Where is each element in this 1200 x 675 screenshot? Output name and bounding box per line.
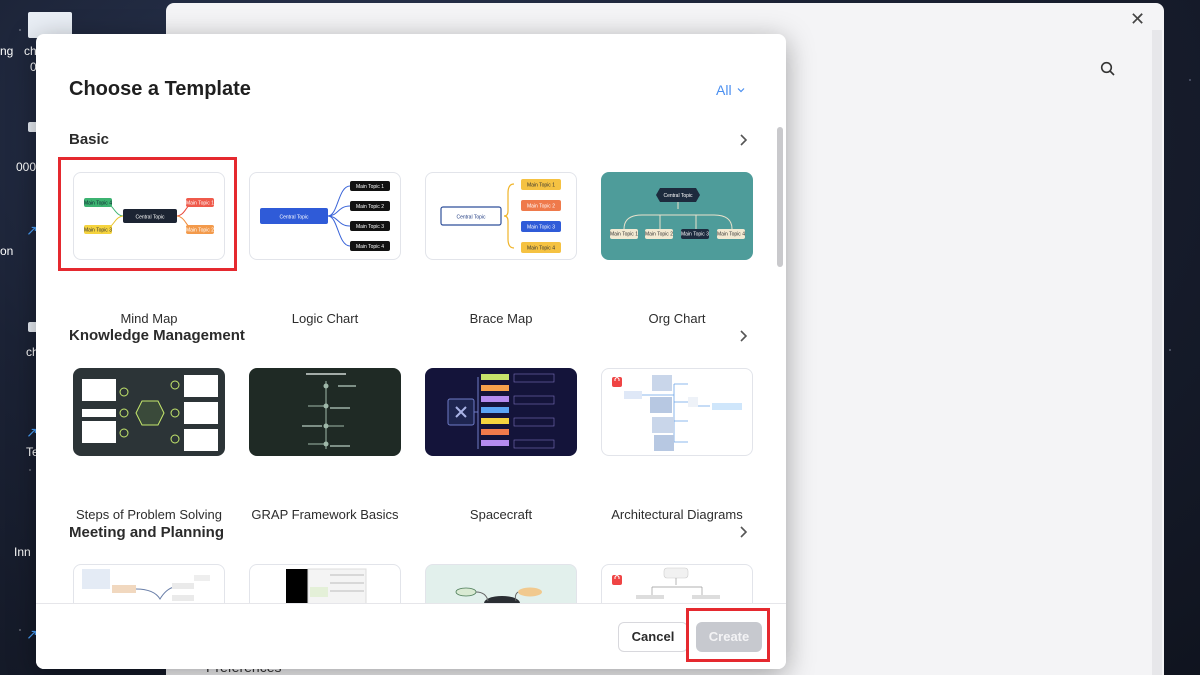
chevron-right-icon[interactable] xyxy=(736,525,750,539)
org-chart-thumbnail: Central Topic Main Topic 1 Main Topic 2 … xyxy=(610,188,745,239)
chevron-right-icon[interactable] xyxy=(736,329,750,343)
meeting-thumbnail xyxy=(455,587,542,603)
template-label: Brace Map xyxy=(469,311,533,326)
chevron-down-icon xyxy=(737,88,744,93)
main-topic-text: Main Topic 3 xyxy=(527,225,555,231)
close-icon[interactable]: ✕ xyxy=(1130,9,1145,30)
template-list-scrollbar[interactable] xyxy=(777,127,783,267)
template-card-org-chart[interactable]: Central Topic Main Topic 1 Main Topic 2 … xyxy=(601,172,753,260)
search-icon[interactable] xyxy=(1100,61,1116,77)
template-card-meeting-1[interactable] xyxy=(73,564,225,603)
desktop-label: ch xyxy=(24,44,37,58)
desktop-label: ng xyxy=(0,44,14,58)
brace-map-thumbnail: Central Topic Main Topic 1 Main Topic 2 … xyxy=(440,179,561,253)
template-card-architectural-diagrams[interactable] xyxy=(601,368,753,456)
main-topic-text: Main Topic 3 xyxy=(356,224,384,230)
meeting-thumbnail xyxy=(612,567,720,599)
main-topic-text: Main Topic 4 xyxy=(356,244,384,250)
window-scrollbar[interactable] xyxy=(1152,30,1162,675)
main-topic-text: Main Topic 4 xyxy=(717,232,745,238)
template-label: Org Chart xyxy=(648,311,706,326)
dialog-title: Choose a Template xyxy=(69,78,251,100)
main-topic-text: Main Topic 1 xyxy=(356,184,384,190)
main-topic-text: Main Topic 4 xyxy=(527,246,555,252)
central-topic-text: Central Topic xyxy=(456,215,486,221)
meeting-thumbnail xyxy=(286,568,367,603)
lock-icon xyxy=(612,575,622,585)
desktop-label: Inn xyxy=(14,545,31,559)
main-topic-text: Main Topic 3 xyxy=(681,232,709,238)
chevron-right-icon[interactable] xyxy=(736,133,750,147)
template-card-meeting-3[interactable] xyxy=(425,564,577,603)
template-label: Steps of Problem Solving xyxy=(76,507,222,522)
template-card-meeting-4[interactable] xyxy=(601,564,753,603)
main-topic-text: Main Topic 1 xyxy=(610,232,638,238)
template-label: Architectural Diagrams xyxy=(611,507,743,522)
section-title-meeting-and-planning: Meeting and Planning xyxy=(69,524,225,541)
template-card-spacecraft[interactable] xyxy=(425,368,577,456)
template-label: Mind Map xyxy=(120,311,178,326)
desktop-label: on xyxy=(0,244,14,258)
create-button-highlight xyxy=(686,608,770,662)
template-card-grap-framework-basics[interactable] xyxy=(249,368,401,456)
central-topic-text: Central Topic xyxy=(663,193,693,199)
problem-solving-thumbnail xyxy=(82,375,218,451)
central-topic-text: Central Topic xyxy=(279,215,309,221)
template-card-logic-chart[interactable]: Central Topic Main Topic 1 Main Topic 2 … xyxy=(249,172,401,260)
template-label: GRAP Framework Basics xyxy=(251,507,399,522)
section-title-knowledge-management: Knowledge Management xyxy=(69,327,245,344)
filter-label: All xyxy=(716,82,732,98)
section-title-basic: Basic xyxy=(69,131,110,148)
main-topic-text: Main Topic 1 xyxy=(527,183,555,189)
desktop-icons: ng ch 0 000 ↗ on ch ↗ Te Inn ↗ xyxy=(0,0,72,675)
filter-dropdown[interactable]: All xyxy=(716,82,746,98)
template-card-meeting-2[interactable] xyxy=(249,564,401,603)
meeting-thumbnail xyxy=(82,569,210,601)
desktop-label: 000 xyxy=(16,160,37,174)
main-topic-text: Main Topic 2 xyxy=(527,204,555,210)
grap-framework-thumbnail xyxy=(302,373,356,449)
cancel-button[interactable]: Cancel xyxy=(618,622,688,652)
template-card-brace-map[interactable]: Central Topic Main Topic 1 Main Topic 2 … xyxy=(425,172,577,260)
template-label: Logic Chart xyxy=(291,311,359,326)
main-topic-text: Main Topic 2 xyxy=(356,204,384,210)
template-card-steps-of-problem-solving[interactable] xyxy=(73,368,225,456)
logic-chart-thumbnail: Central Topic Main Topic 1 Main Topic 2 … xyxy=(260,181,390,251)
dialog-footer: Cancel Create xyxy=(36,603,786,669)
spacecraft-thumbnail xyxy=(447,373,555,449)
architectural-diagrams-thumbnail xyxy=(612,375,742,451)
main-topic-text: Main Topic 2 xyxy=(645,232,673,238)
lock-icon xyxy=(612,377,622,387)
template-label: Spacecraft xyxy=(469,507,533,522)
selection-highlight xyxy=(58,157,237,271)
template-dialog: Choose a Template All Basic Central Topi… xyxy=(36,34,786,669)
